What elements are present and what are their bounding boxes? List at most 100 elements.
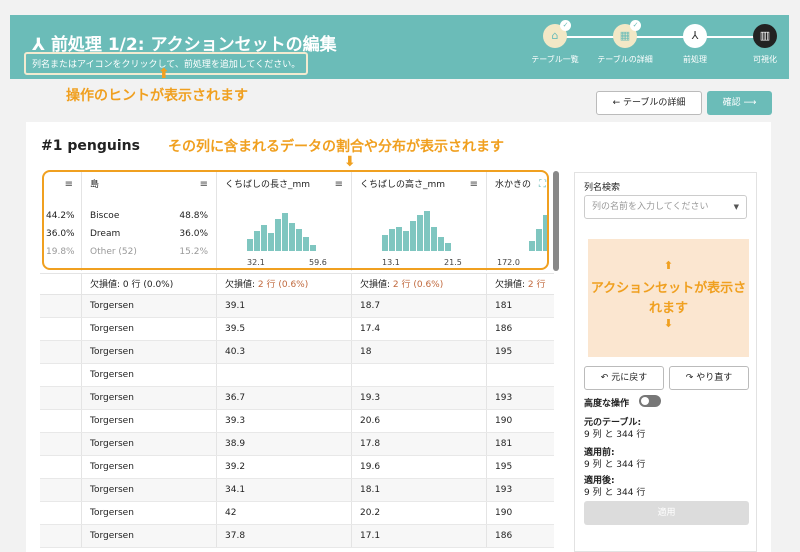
sort-icon[interactable]: ≡ (335, 171, 343, 199)
table-cell (487, 364, 554, 386)
table-cell: Torgersen (82, 318, 217, 340)
step-table-detail[interactable]: ▦ ✓ テーブルの詳細 (590, 20, 660, 65)
table-cell: 190 (487, 502, 554, 524)
table-row[interactable]: Torgersen 39.2 19.6 195 (40, 456, 554, 479)
row-index-cell (40, 364, 82, 386)
table-cell: 42 (217, 502, 352, 524)
table-cell: Torgersen (82, 295, 217, 317)
summary-index: 44.2% 36.0% 19.8% (40, 199, 82, 271)
step-preprocess[interactable]: ⅄ 前処理 (660, 22, 730, 65)
row-index-cell (40, 433, 82, 455)
redo-button[interactable]: ↷ やり直す (669, 366, 749, 390)
dataset-title: #1 penguins (41, 138, 140, 154)
undo-icon: ↶ (600, 373, 612, 383)
table-cell: 39.2 (217, 456, 352, 478)
column-header-bill-depth[interactable]: くちばしの高さ_mm ≡ (352, 171, 487, 199)
table-cell: 186 (487, 525, 554, 547)
table-cell: 181 (487, 433, 554, 455)
summary-bill-depth: 13.1 21.5 (352, 199, 487, 271)
home-icon: ⌂ ✓ (543, 20, 571, 48)
action-panel: 列名検索 列の名前を入力してください ▼ ⬆ アクションセットが表示されます ⬇ … (574, 172, 757, 552)
table-cell: Torgersen (82, 410, 217, 432)
confirm-button[interactable]: 確認 ⟶ (707, 91, 772, 115)
table-row[interactable]: Torgersen 38.9 17.8 181 (40, 433, 554, 456)
column-search-input[interactable]: 列の名前を入力してください ▼ (584, 195, 747, 219)
table-cell: 40.3 (217, 341, 352, 363)
table-cell: Torgersen (82, 433, 217, 455)
row-index-cell (40, 456, 82, 478)
step-table-list[interactable]: ⌂ ✓ テーブル一覧 (520, 20, 590, 65)
table-cell: 193 (487, 387, 554, 409)
merge-icon: ⅄ (683, 24, 707, 48)
table-row[interactable]: Torgersen 39.5 17.4 186 (40, 318, 554, 341)
chart-icon: ▥ (753, 24, 777, 48)
table-cell: 20.2 (352, 502, 487, 524)
search-label: 列名検索 (584, 183, 621, 193)
table-cell: 39.3 (217, 410, 352, 432)
hint-annotation: 操作のヒントが表示されます (66, 88, 248, 104)
table-cell: 19.3 (352, 387, 487, 409)
table-row[interactable]: Torgersen 37.8 17.1 186 (40, 525, 554, 548)
step-visualize[interactable]: ▥ 可視化 (730, 22, 800, 65)
table-cell: 190 (487, 410, 554, 432)
table-cell: 17.1 (352, 525, 487, 547)
advanced-toggle[interactable] (639, 395, 661, 407)
down-arrow-icon: ⬇ (344, 154, 356, 170)
row-index-cell (40, 410, 82, 432)
table-cell: Torgersen (82, 479, 217, 501)
table-cell: 17.4 (352, 318, 487, 340)
table-row[interactable]: Torgersen 36.7 19.3 193 (40, 387, 554, 410)
sort-icon[interactable]: ≡ (470, 171, 478, 199)
stepper: ⌂ ✓ テーブル一覧 ▦ ✓ テーブルの詳細 ⅄ 前処理 ▥ 可視化 (520, 20, 785, 74)
column-header-bill-length[interactable]: くちばしの長さ_mm ≡ (217, 171, 352, 199)
up-arrow-icon: ⬆ (663, 259, 674, 272)
advanced-label: 高度な操作 (584, 399, 630, 409)
table-cell (217, 364, 352, 386)
table-cell: 193 (487, 479, 554, 501)
column-header-island[interactable]: 島 ≡ (82, 171, 217, 199)
index-column-header[interactable]: ≡ (40, 171, 82, 199)
sort-icon[interactable]: ≡ (200, 171, 208, 199)
up-arrow-icon: ⬆ (158, 66, 170, 82)
column-header-flipper[interactable]: 水かきの ⛶ (487, 171, 554, 199)
distribution-annotation: その列に含まれるデータの割合や分布が表示されます (168, 139, 504, 155)
undo-button[interactable]: ↶ 元に戻す (584, 366, 664, 390)
table-cell: 186 (487, 318, 554, 340)
table-cell: Torgersen (82, 364, 217, 386)
down-arrow-icon: ⬇ (663, 317, 674, 330)
table-row[interactable]: Torgersen 40.3 18 195 (40, 341, 554, 364)
data-grid: ≡ 島 ≡ くちばしの長さ_mm ≡ くちばしの高さ_mm ≡ 水かきの ⛶ 44.2%… (40, 171, 554, 552)
table-cell: 195 (487, 341, 554, 363)
missing-values-row: 欠損値: 0 行 (0.0%) 欠損値: 2 行 (0.6%) 欠損値: 2 行… (40, 273, 554, 312)
table-cell: 38.9 (217, 433, 352, 455)
table-cell: Torgersen (82, 525, 217, 547)
table-cell: 20.6 (352, 410, 487, 432)
summary-flipper: 172.0 (487, 199, 554, 271)
table-cell: 39.5 (217, 318, 352, 340)
sort-icon[interactable]: ≡ (65, 171, 73, 199)
actionset-area: ⬆ アクションセットが表示されます ⬇ (588, 239, 749, 357)
scrollbar[interactable] (553, 171, 559, 271)
header-bar: ⅄ 前処理 1/2: アクションセットの編集 列名またはアイコンをクリックして、前… (10, 15, 789, 79)
summary-island: Biscoe 48.8% Dream 36.0% Other (52) 15.2% (82, 199, 217, 271)
table-cell: 17.8 (352, 433, 487, 455)
table-row[interactable]: Torgersen 39.3 20.6 190 (40, 410, 554, 433)
table-cell: 181 (487, 295, 554, 317)
row-index-cell (40, 318, 82, 340)
table-cell: 195 (487, 456, 554, 478)
table-cell: 36.7 (217, 387, 352, 409)
table-cell: 37.8 (217, 525, 352, 547)
table-cell: 39.1 (217, 295, 352, 317)
row-index-cell (40, 479, 82, 501)
table-cell: Torgersen (82, 456, 217, 478)
expand-icon[interactable]: ⛶ (539, 171, 546, 199)
table-row[interactable]: Torgersen 34.1 18.1 193 (40, 479, 554, 502)
table-cell (352, 364, 487, 386)
table-row[interactable]: Torgersen 42 20.2 190 (40, 502, 554, 525)
table-row[interactable]: Torgersen (40, 364, 554, 387)
apply-button[interactable]: 適用 (584, 501, 749, 525)
back-to-detail-button[interactable]: ← テーブルの詳細 (596, 91, 702, 115)
row-index-cell (40, 502, 82, 524)
table-row[interactable]: Torgersen 39.1 18.7 181 (40, 295, 554, 318)
chevron-down-icon[interactable]: ▼ (734, 196, 739, 218)
